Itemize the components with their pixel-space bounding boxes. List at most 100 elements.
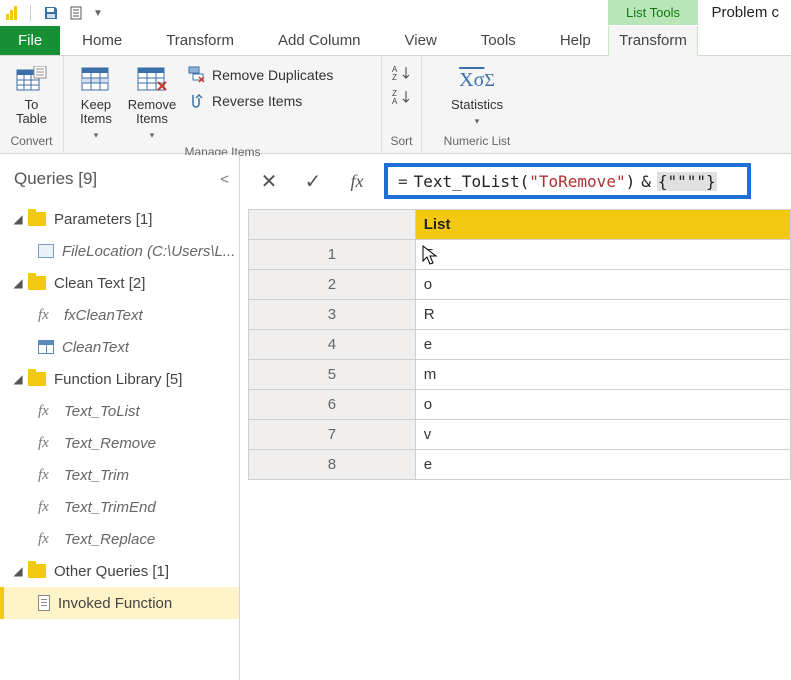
keep-items-button[interactable]: Keep Items [68,60,124,142]
folder-icon [28,564,46,578]
folder-label: Function Library [5] [54,371,182,388]
query-filelocation[interactable]: FileLocation (C:\Users\L... [0,235,239,267]
collapse-pane-icon[interactable]: < [220,171,229,188]
cancel-formula-button[interactable]: ✕ [248,163,290,199]
formula-tail: {""""} [657,172,717,191]
query-label: Text_Replace [64,531,155,548]
remove-duplicates-label: Remove Duplicates [212,67,333,83]
table-row[interactable]: 3R [249,300,791,330]
row-number: 7 [249,420,416,450]
query-text-remove[interactable]: fx Text_Remove [0,427,239,459]
remove-items-button[interactable]: Remove Items [124,60,180,142]
formula-input[interactable]: = Text_ToList("ToRemove") & {""""} [384,163,751,199]
fx-icon: fx [38,307,56,324]
query-label: Text_Remove [64,435,156,452]
query-cleantext[interactable]: CleanText [0,331,239,363]
tab-view[interactable]: View [383,26,459,55]
save-icon[interactable] [39,2,63,24]
selection-indicator [0,587,4,619]
tab-transform[interactable]: Transform [144,26,256,55]
row-number: 3 [249,300,416,330]
tab-home[interactable]: Home [60,26,144,55]
query-invoked-function[interactable]: Invoked Function [0,587,239,619]
row-number: 6 [249,390,416,420]
table-row[interactable]: 2o [249,270,791,300]
table-row[interactable]: 4e [249,330,791,360]
keep-items-icon [80,64,112,96]
ribbon: To Table Convert Keep Items Remove Items [0,56,791,154]
result-table: List 1T 2o 3R 4e 5m 6o 7v 8e [248,209,791,480]
svg-text:A: A [392,97,398,106]
query-text-trim[interactable]: fx Text_Trim [0,459,239,491]
window-title: Problem c [711,0,779,25]
query-label: FileLocation (C:\Users\L... [62,243,235,260]
fx-icon: fx [38,467,56,484]
powerbi-logo-icon [6,4,22,22]
table-icon [38,340,54,354]
statistics-button[interactable]: XσΣ Statistics [441,60,513,128]
cell: T [415,240,790,270]
group-numeric-label: Numeric List [422,131,532,153]
table-row[interactable]: 7v [249,420,791,450]
tab-list-transform[interactable]: Transform [608,26,698,56]
query-text-tolist[interactable]: fx Text_ToList [0,395,239,427]
table-row[interactable]: 1T [249,240,791,270]
queries-tree: ◢ Parameters [1] FileLocation (C:\Users\… [0,203,239,619]
fx-button[interactable]: fx [336,163,378,199]
cell: m [415,360,790,390]
title-bar: ▼ List Tools Problem c [0,0,791,26]
query-label: fxCleanText [64,307,143,324]
cell: e [415,450,790,480]
folder-icon [28,276,46,290]
query-label: Text_Trim [64,467,129,484]
query-text-replace[interactable]: fx Text_Replace [0,523,239,555]
qat-dropdown-icon[interactable]: ▼ [91,2,105,24]
caret-icon: ◢ [12,212,24,226]
commit-formula-button[interactable]: ✓ [292,163,334,199]
folder-label: Clean Text [2] [54,275,145,292]
query-label: Text_ToList [64,403,140,420]
cursor-icon [422,245,440,267]
to-table-button[interactable]: To Table [4,60,59,126]
tab-help[interactable]: Help [538,26,613,55]
remove-duplicates-button[interactable]: Remove Duplicates [188,66,333,84]
table-row[interactable]: 5m [249,360,791,390]
reverse-items-button[interactable]: Reverse Items [188,92,333,110]
options-icon[interactable] [65,2,89,24]
tab-file[interactable]: File [0,26,60,55]
table-corner[interactable] [249,210,416,240]
cell: o [415,390,790,420]
folder-parameters[interactable]: ◢ Parameters [1] [0,203,239,235]
tab-tools[interactable]: Tools [459,26,538,55]
formula-bar: ✕ ✓ fx = Text_ToList("ToRemove") & {""""… [240,155,791,203]
fx-icon: fx [38,403,56,420]
table-row[interactable]: 8e [249,450,791,480]
list-icon [38,595,50,611]
svg-text:Z: Z [392,73,397,82]
column-header-list[interactable]: List [415,210,790,240]
folder-cleantext[interactable]: ◢ Clean Text [2] [0,267,239,299]
sort-desc-button[interactable]: ZA [392,88,412,106]
sort-asc-button[interactable]: AZ [392,64,412,82]
remove-items-icon [136,64,168,96]
cell: o [415,270,790,300]
table-row[interactable]: 6o [249,390,791,420]
queries-title: Queries [9] [14,169,97,189]
tab-add-column[interactable]: Add Column [256,26,383,55]
row-number: 4 [249,330,416,360]
fx-icon: fx [38,435,56,452]
parameter-icon [38,244,54,258]
query-text-trimend[interactable]: fx Text_TrimEnd [0,491,239,523]
cell: v [415,420,790,450]
folder-functionlib[interactable]: ◢ Function Library [5] [0,363,239,395]
group-convert-label: Convert [0,131,63,153]
formula-op: & [641,172,651,191]
group-sort-label: Sort [382,131,421,153]
query-fxcleantext[interactable]: fx fxCleanText [0,299,239,331]
queries-pane: Queries [9] < ◢ Parameters [1] FileLocat… [0,155,240,680]
folder-other[interactable]: ◢ Other Queries [1] [0,555,239,587]
reverse-items-label: Reverse Items [212,93,302,109]
folder-icon [28,372,46,386]
caret-icon: ◢ [12,276,24,290]
row-number: 2 [249,270,416,300]
